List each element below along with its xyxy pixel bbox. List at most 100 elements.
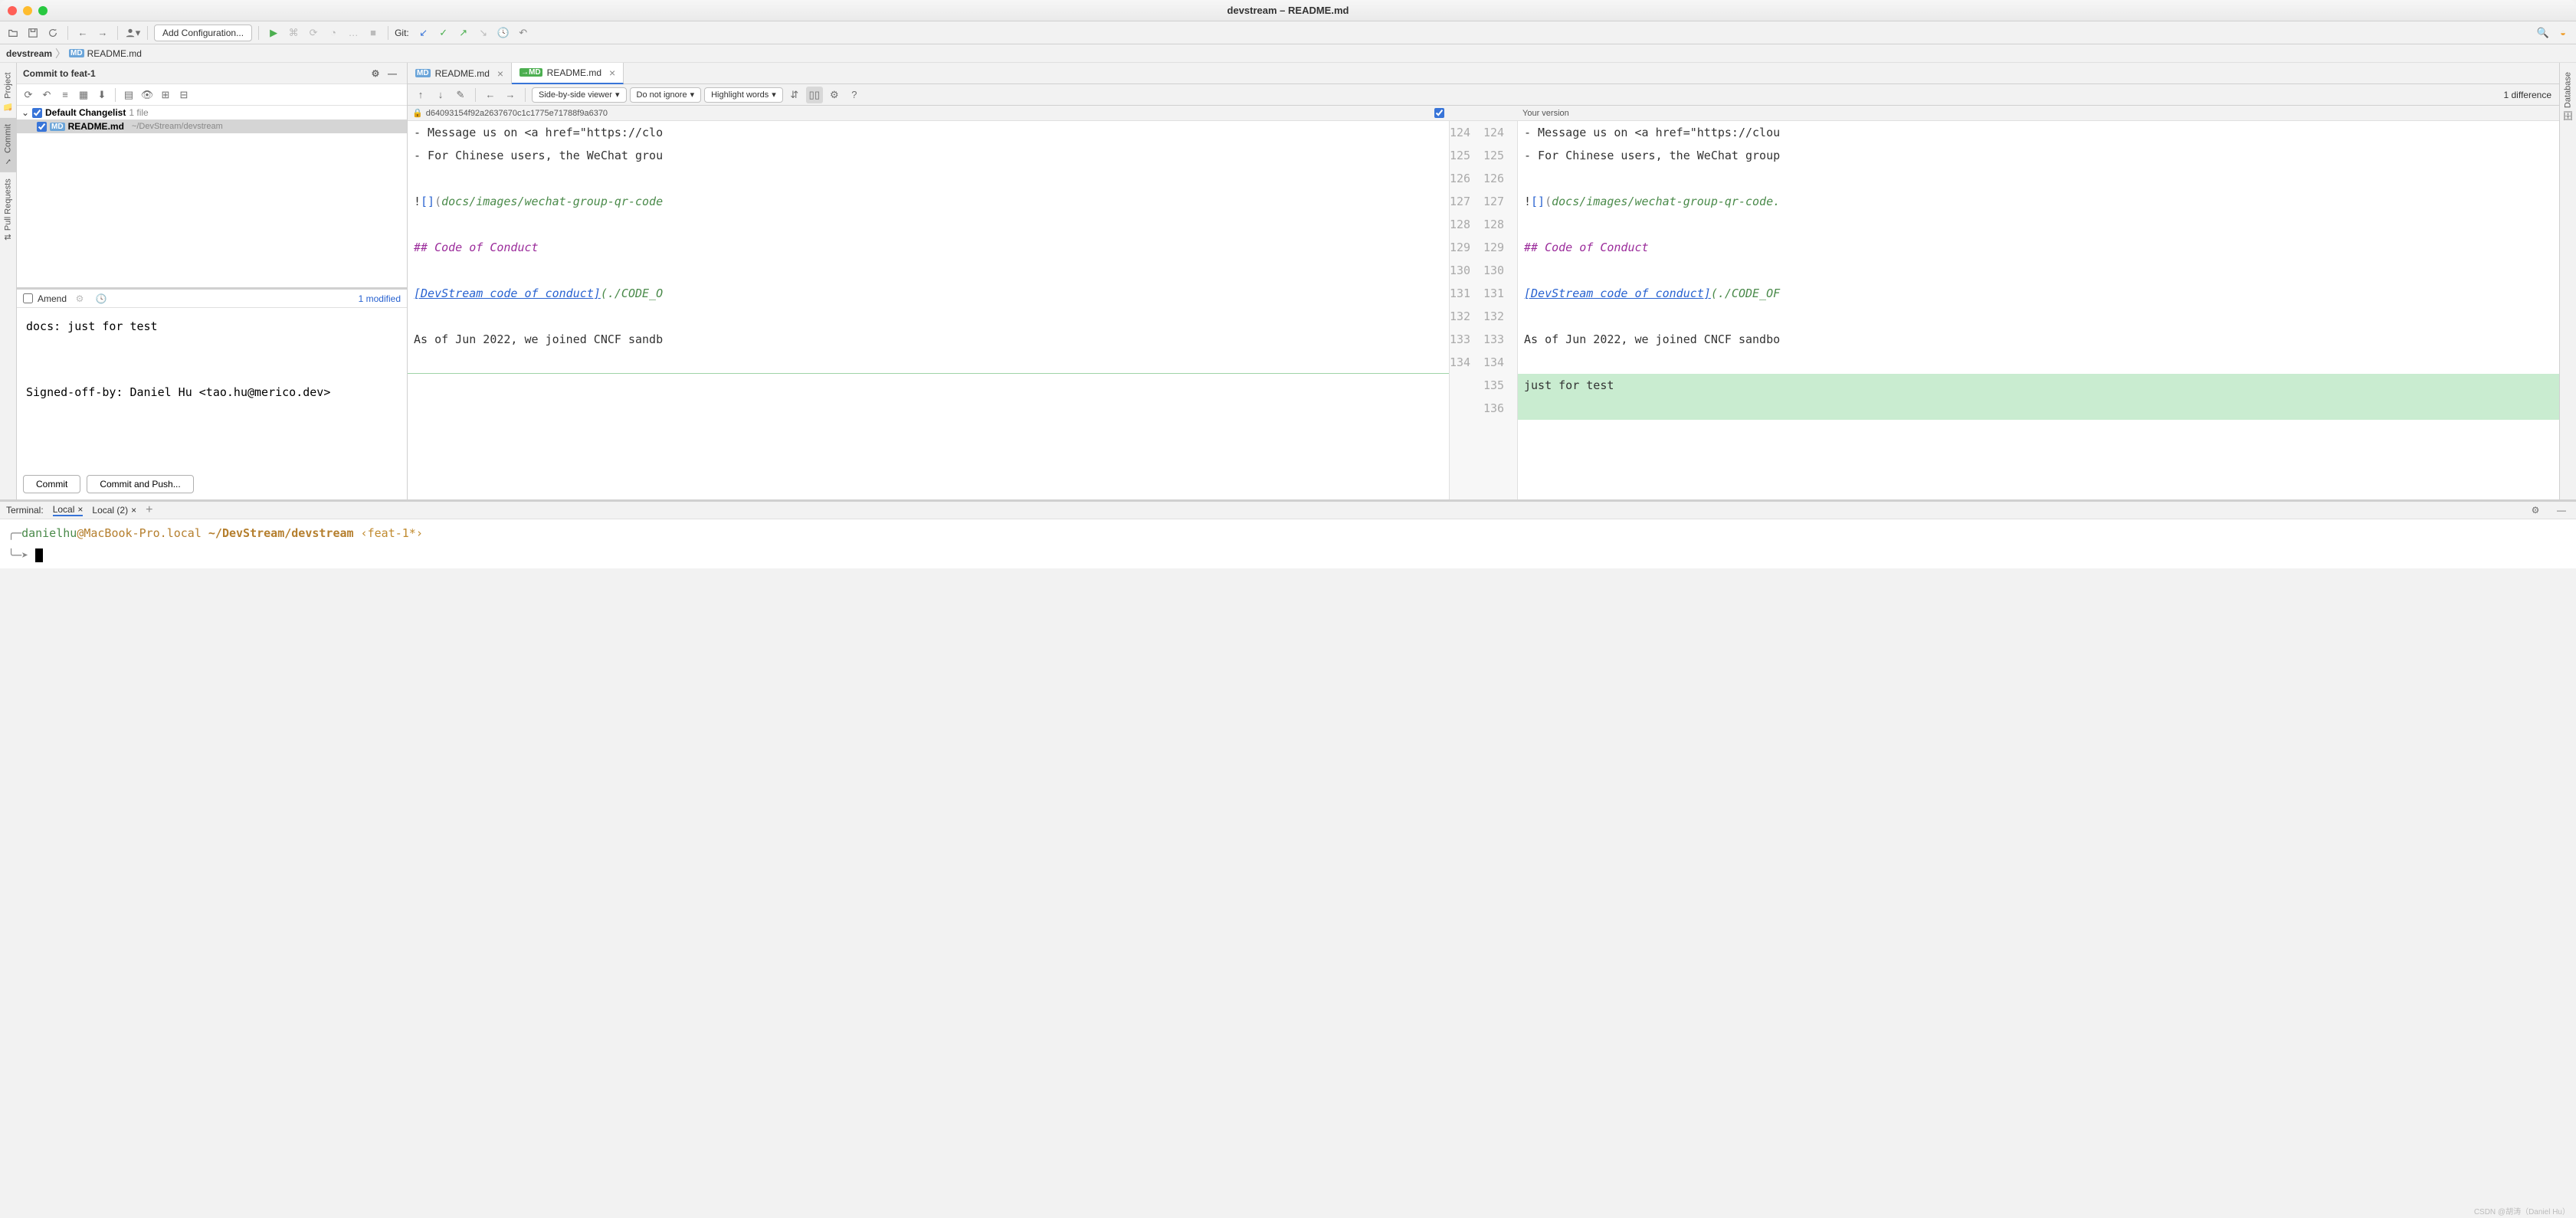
coverage-icon[interactable]: ⟳ bbox=[305, 25, 322, 41]
close-icon[interactable]: × bbox=[77, 504, 83, 515]
viewer-mode-select[interactable]: Side-by-side viewer ▾ bbox=[532, 87, 627, 103]
git-update-icon[interactable]: ↘ bbox=[475, 25, 492, 41]
modified-link[interactable]: 1 modified bbox=[359, 293, 401, 304]
group-by-icon[interactable]: ▤ bbox=[120, 87, 137, 103]
editor-tab-label: README.md bbox=[435, 68, 490, 79]
commit-button[interactable]: Commit bbox=[23, 475, 80, 493]
collapse-all-icon[interactable]: ⊟ bbox=[175, 87, 192, 103]
commit-and-push-button[interactable]: Commit and Push... bbox=[87, 475, 193, 493]
diff-left-pane[interactable]: ✓- Message us on <a href="https://clo - … bbox=[408, 121, 1449, 499]
commit-message-input[interactable]: docs: just for test Signed-off-by: Danie… bbox=[17, 308, 407, 469]
git-pull-icon[interactable]: ↙ bbox=[415, 25, 432, 41]
minimize-window-button[interactable] bbox=[23, 6, 32, 15]
changelist-icon[interactable]: ▦ bbox=[75, 87, 92, 103]
refresh-icon[interactable] bbox=[44, 25, 61, 41]
terminal-tabs: Terminal: Local × Local (2) × + ⚙ — bbox=[0, 502, 2576, 519]
file-checkbox[interactable] bbox=[37, 122, 47, 132]
breadcrumb-file[interactable]: README.md bbox=[87, 48, 142, 59]
app-window: devstream – README.md ← → ▾ Add Configur… bbox=[0, 0, 2576, 568]
attach-icon[interactable]: … bbox=[345, 25, 362, 41]
commit-tool-tab[interactable]: ✓ Commit bbox=[0, 118, 16, 172]
pull-requests-tool-tab[interactable]: ⇅ Pull Requests bbox=[0, 172, 16, 247]
forward-icon[interactable]: → bbox=[94, 25, 111, 41]
run-config-dropdown[interactable]: Add Configuration... bbox=[154, 25, 252, 41]
commit-settings-icon[interactable]: ⚙ bbox=[367, 65, 384, 82]
editor-tab-label: README.md bbox=[547, 67, 601, 78]
nav-back-icon[interactable]: ← bbox=[482, 87, 499, 103]
collapse-unchanged-icon[interactable]: ⇵ bbox=[786, 87, 803, 103]
user-icon[interactable]: ▾ bbox=[124, 25, 141, 41]
view-options-icon[interactable]: 👁 bbox=[139, 87, 156, 103]
search-everywhere-icon[interactable]: 🔍 bbox=[2535, 25, 2551, 41]
readonly-checkbox[interactable] bbox=[1434, 108, 1444, 118]
amend-gear-icon[interactable]: ⚙ bbox=[71, 290, 88, 307]
prev-diff-icon[interactable]: ↑ bbox=[412, 87, 429, 103]
git-rollback-icon[interactable]: ↶ bbox=[515, 25, 532, 41]
terminal-tab[interactable]: Local × bbox=[53, 504, 84, 516]
diff-right-pane[interactable]: - Message us on <a href="https://clou - … bbox=[1518, 121, 2559, 499]
history-icon[interactable]: 🕓 bbox=[93, 290, 110, 307]
main-toolbar: ← → ▾ Add Configuration... ▶ ⌘ ⟳ ◔ … ■ G… bbox=[0, 21, 2576, 44]
changed-file-name: README.md bbox=[68, 121, 124, 132]
changed-file-row[interactable]: MD README.md ~/DevStream/devstream bbox=[17, 120, 407, 133]
amend-checkbox[interactable] bbox=[23, 293, 33, 303]
terminal-tab[interactable]: Local (2) × bbox=[92, 505, 136, 516]
titlebar: devstream – README.md bbox=[0, 0, 2576, 21]
window-title: devstream – README.md bbox=[1227, 5, 1349, 16]
help-icon[interactable]: ? bbox=[846, 87, 863, 103]
git-push-icon[interactable]: ↗ bbox=[455, 25, 472, 41]
maximize-window-button[interactable] bbox=[38, 6, 48, 15]
cursor bbox=[35, 548, 43, 562]
traffic-lights bbox=[8, 6, 48, 15]
run-icon[interactable]: ▶ bbox=[265, 25, 282, 41]
back-icon[interactable]: ← bbox=[74, 25, 91, 41]
ignore-mode-select[interactable]: Do not ignore ▾ bbox=[630, 87, 702, 103]
changed-file-path: ~/DevStream/devstream bbox=[132, 122, 223, 131]
commit-hide-icon[interactable]: — bbox=[384, 65, 401, 82]
right-tool-strip: 🗄 Database bbox=[2559, 63, 2576, 499]
git-commit-icon[interactable]: ✓ bbox=[435, 25, 452, 41]
edit-icon[interactable]: ✎ bbox=[452, 87, 469, 103]
next-diff-icon[interactable]: ↓ bbox=[432, 87, 449, 103]
stop-icon[interactable]: ■ bbox=[365, 25, 382, 41]
editor-tab[interactable]: MD README.md × bbox=[408, 63, 512, 84]
save-icon[interactable] bbox=[25, 25, 41, 41]
shelve-icon[interactable]: ⬇ bbox=[93, 87, 110, 103]
git-history-icon[interactable]: 🕓 bbox=[495, 25, 512, 41]
left-tool-strip: 📁 Project ✓ Commit ⇅ Pull Requests bbox=[0, 63, 17, 499]
nav-fwd-icon[interactable]: → bbox=[502, 87, 519, 103]
open-icon[interactable] bbox=[5, 25, 21, 41]
ide-settings-icon[interactable]: ◒ bbox=[2555, 25, 2571, 41]
close-icon[interactable]: × bbox=[131, 505, 136, 516]
terminal-hide-icon[interactable]: — bbox=[2553, 502, 2570, 519]
profile-icon[interactable]: ◔ bbox=[325, 25, 342, 41]
terminal-settings-icon[interactable]: ⚙ bbox=[2527, 502, 2544, 519]
diff-header: 🔒 d64093154f92a2637670c1c1775e71788f9a63… bbox=[408, 106, 2559, 121]
editor-tab[interactable]: →MD README.md × bbox=[512, 63, 624, 84]
expand-all-icon[interactable]: ⊞ bbox=[157, 87, 174, 103]
diff-body: ✓- Message us on <a href="https://clo - … bbox=[408, 121, 2559, 499]
changelist-row[interactable]: ⌄ Default Changelist 1 file bbox=[17, 106, 407, 120]
project-tool-tab[interactable]: 📁 Project bbox=[0, 66, 16, 118]
diff-icon[interactable]: ≡ bbox=[57, 87, 74, 103]
debug-icon[interactable]: ⌘ bbox=[285, 25, 302, 41]
close-window-button[interactable] bbox=[8, 6, 17, 15]
changelist-checkbox[interactable] bbox=[32, 108, 42, 118]
close-tab-icon[interactable]: × bbox=[609, 67, 615, 79]
refresh-changes-icon[interactable]: ⟳ bbox=[20, 87, 37, 103]
your-version-label: Your version bbox=[1522, 109, 1569, 118]
terminal-body[interactable]: ╭─danielhu@MacBook-Pro.local ~/DevStream… bbox=[0, 519, 2576, 568]
chevron-down-icon[interactable]: ⌄ bbox=[21, 107, 29, 118]
database-tool-tab[interactable]: 🗄 Database bbox=[2560, 66, 2576, 128]
close-tab-icon[interactable]: × bbox=[497, 67, 503, 80]
highlight-mode-select[interactable]: Highlight words ▾ bbox=[704, 87, 783, 103]
commit-toolbar: ⟳ ↶ ≡ ▦ ⬇ ▤ 👁 ⊞ ⊟ bbox=[17, 84, 407, 106]
diff-settings-icon[interactable]: ⚙ bbox=[826, 87, 843, 103]
editor-area: MD README.md × →MD README.md × ↑ ↓ ✎ ← →… bbox=[408, 63, 2559, 499]
changelist-name: Default Changelist bbox=[45, 107, 126, 118]
sync-scroll-icon[interactable]: ▯▯ bbox=[806, 87, 823, 103]
add-terminal-icon[interactable]: + bbox=[146, 503, 152, 517]
breadcrumb-project[interactable]: devstream bbox=[6, 48, 52, 59]
rollback-icon[interactable]: ↶ bbox=[38, 87, 55, 103]
diff-gutter: 124 125 126 127 128 129 130 131 132 133 … bbox=[1449, 121, 1518, 499]
